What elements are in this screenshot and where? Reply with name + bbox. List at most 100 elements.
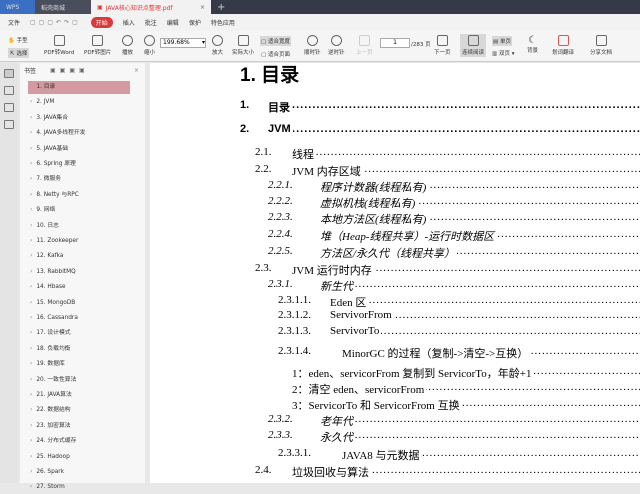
tab-store[interactable]: 稻壳商城	[35, 0, 91, 14]
expand-arrow-icon[interactable]: ›	[30, 469, 32, 475]
bookmark-item[interactable]: › 22. 数据结构	[28, 404, 130, 417]
select-tool-button[interactable]: ⇱ 选择	[8, 48, 30, 58]
panel-tool-icons[interactable]: ▣▣▣▣	[50, 67, 89, 74]
bookmark-item[interactable]: › 26. Spark	[28, 466, 130, 479]
expand-arrow-icon[interactable]: ›	[30, 284, 32, 290]
menu-edit[interactable]: 编辑	[167, 18, 179, 27]
expand-arrow-icon[interactable]: ›	[30, 253, 32, 259]
pdf-to-image-button[interactable]: PDF转图片	[84, 35, 111, 56]
expand-arrow-icon[interactable]: ›	[30, 115, 32, 121]
page-number-input[interactable]: 1	[380, 38, 410, 48]
bookmark-item[interactable]: › 19. 数据库	[28, 358, 130, 371]
annotation-icon[interactable]	[4, 103, 14, 112]
menu-comment[interactable]: 批注	[145, 18, 157, 27]
toc-entry[interactable]: 2.2.1. 程序计数器(线程私有).......................…	[150, 179, 640, 195]
toc-entry[interactable]: 2.3.1.2. ServivorFrom....................…	[150, 309, 640, 324]
pdf-to-word-button[interactable]: PDF转Word	[44, 35, 74, 56]
bookmark-item[interactable]: › 7. 微服务	[28, 173, 130, 186]
toc-entry[interactable]: 2.3.1. 新生代...............................…	[150, 278, 640, 294]
bookmark-item[interactable]: › 4. JAVA多线程开发	[28, 127, 130, 140]
bookmark-item[interactable]: › 17. 设计模式	[28, 327, 130, 340]
expand-arrow-icon[interactable]: ›	[30, 207, 32, 213]
toc-entry[interactable]: 2.4. 垃圾回收与算法.............................…	[150, 464, 640, 480]
bookmark-item[interactable]: › 12. Kafka	[28, 250, 130, 263]
expand-arrow-icon[interactable]: ›	[30, 377, 32, 383]
tab-document[interactable]: ▣ JAVA核心知识点整理.pdf ×	[91, 0, 211, 14]
expand-arrow-icon[interactable]: ›	[30, 176, 32, 182]
zoom-out-button[interactable]: 缩小	[144, 35, 155, 56]
attachment-icon[interactable]	[4, 120, 14, 129]
toc-entry[interactable]: 2.3.3.1. JAVA8 与元数据......................…	[150, 447, 640, 463]
expand-arrow-icon[interactable]: ›	[30, 161, 32, 167]
bookmark-item[interactable]: › 16. Cassandra	[28, 312, 130, 325]
toc-entry[interactable]: 1. 目录....................................…	[150, 99, 640, 115]
expand-arrow-icon[interactable]: ›	[30, 423, 32, 429]
expand-arrow-icon[interactable]: ›	[30, 146, 32, 152]
toc-entry[interactable]: 2.3.1.1. Eden 区..........................…	[150, 294, 640, 310]
rotate-clockwise-button[interactable]: 顺时针	[304, 35, 321, 56]
toc-entry[interactable]: 2.3. JVM 运行时内存...........................…	[150, 262, 640, 278]
menu-insert[interactable]: 插入	[123, 18, 135, 27]
expand-arrow-icon[interactable]: ›	[30, 99, 32, 105]
bookmark-item[interactable]: › 10. 日志	[28, 220, 130, 233]
bookmark-item[interactable]: › 14. Hbase	[28, 281, 130, 294]
translate-button[interactable]: 划词翻译	[552, 35, 574, 56]
bookmark-item[interactable]: › 25. Hadoop	[28, 451, 130, 464]
share-button[interactable]: 分享文档	[590, 35, 612, 56]
continuous-read-button[interactable]: 连续阅读	[460, 34, 487, 57]
toc-entry[interactable]: 1：eden、servicorFrom 复制到 ServicorTo，年龄+1.…	[150, 365, 640, 381]
expand-arrow-icon[interactable]: ›	[30, 438, 32, 444]
expand-arrow-icon[interactable]: ›	[30, 330, 32, 336]
bookmark-item[interactable]: › 21. JAVA算法	[28, 389, 130, 402]
bookmark-item[interactable]: › 5. JAVA基础	[28, 143, 130, 156]
toc-entry[interactable]: 2.1. 线程..................................…	[150, 146, 640, 162]
single-page-button[interactable]: ▤ 单页	[492, 36, 512, 46]
fit-page-button[interactable]: ▢ 适合页面	[260, 49, 291, 59]
toc-entry[interactable]: 2.3.1.4.MinorGC 的过程（复制->清空->互换）.........…	[150, 345, 640, 361]
double-page-button[interactable]: ▥ 双页 ▾	[492, 49, 514, 57]
menu-features[interactable]: 特色应用	[211, 18, 235, 27]
expand-arrow-icon[interactable]: ›	[30, 300, 32, 306]
bookmark-item[interactable]: › 27. Storm	[28, 481, 130, 494]
bookmark-item[interactable]: › 9. 网络	[28, 204, 130, 217]
background-button[interactable]: ☾ 背景	[527, 35, 538, 54]
bookmark-item[interactable]: › 20. 一致性算法	[28, 374, 130, 387]
expand-arrow-icon[interactable]: ›	[30, 407, 32, 413]
thumbnail-icon[interactable]	[4, 86, 14, 95]
toc-entry[interactable]: 2.3.1.3. ServivorTo......................…	[150, 325, 640, 340]
expand-arrow-icon[interactable]: ›	[30, 392, 32, 398]
toc-entry[interactable]: 2：清空 eden、servicorFrom..................…	[150, 381, 640, 397]
toc-entry[interactable]: 2. JVM...................................…	[150, 123, 640, 138]
actual-size-button[interactable]: 实际大小	[232, 35, 254, 56]
tab-wps[interactable]: WPS	[0, 0, 35, 14]
bookmark-item[interactable]: › 3. JAVA集合	[28, 112, 130, 125]
bookmark-item[interactable]: › 2. JVM	[28, 96, 130, 109]
toc-entry[interactable]: 2.2. JVM 内存区域............................…	[150, 163, 640, 179]
play-button[interactable]: 播放	[122, 35, 133, 56]
hand-tool-button[interactable]: ✋ 手型	[8, 36, 28, 44]
bookmark-item[interactable]: › 24. 分布式缓存	[28, 435, 130, 448]
close-icon[interactable]: ×	[200, 4, 205, 11]
close-panel-icon[interactable]: ×	[134, 67, 139, 74]
toc-entry[interactable]: 3：ServicorTo 和 ServicorFrom 互换..........…	[150, 397, 640, 413]
toc-entry[interactable]: 2.3.3. 永久代...............................…	[150, 429, 640, 445]
new-tab-button[interactable]: +	[211, 0, 231, 14]
bookmark-item[interactable]: › 15. MongoDB	[28, 297, 130, 310]
toc-entry[interactable]: 2.2.4.堆（Heap-线程共享）-运行时数据区...............…	[150, 228, 640, 244]
expand-arrow-icon[interactable]: ›	[30, 130, 32, 136]
menu-start[interactable]: 开始	[90, 17, 113, 28]
toc-entry[interactable]: 2.2.2. 虚拟机栈(线程私有)........................…	[150, 195, 640, 211]
fit-width-button[interactable]: ▢ 适合宽度	[260, 36, 291, 46]
zoom-select[interactable]: 199.68% ▾	[160, 38, 206, 48]
bookmark-item[interactable]: › 13. RabbitMQ	[28, 266, 130, 279]
expand-arrow-icon[interactable]: ›	[30, 484, 32, 490]
expand-arrow-icon[interactable]: ›	[30, 223, 32, 229]
expand-arrow-icon[interactable]: ›	[30, 361, 32, 367]
bookmark-item[interactable]: › 23. 加密算法	[28, 420, 130, 433]
expand-arrow-icon[interactable]: ›	[30, 192, 32, 198]
expand-arrow-icon[interactable]: ›	[30, 346, 32, 352]
toc-entry[interactable]: 2.2.3. 本地方法区(线程私有).......................…	[150, 211, 640, 227]
expand-arrow-icon[interactable]: ›	[30, 315, 32, 321]
menu-protect[interactable]: 保护	[189, 18, 201, 27]
rotate-counterclockwise-button[interactable]: 逆时针	[328, 35, 345, 56]
